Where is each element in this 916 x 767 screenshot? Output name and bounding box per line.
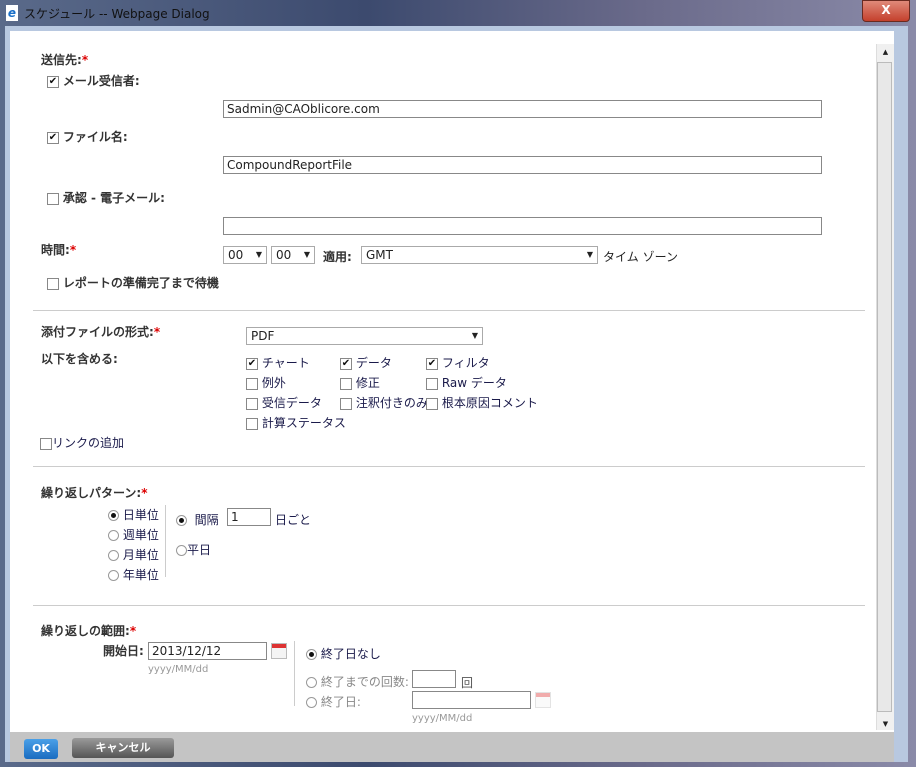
calendar-icon[interactable] xyxy=(535,692,551,708)
divider xyxy=(33,466,865,467)
recurrence-type-label: 日単位 xyxy=(122,508,159,522)
start-date-hint: yyyy/MM/dd xyxy=(148,664,209,675)
divider xyxy=(33,605,865,606)
no-end-date-radio[interactable]: 終了日なし xyxy=(306,645,381,662)
close-button[interactable]: X xyxy=(862,0,910,22)
include-option-checkbox[interactable]: 根本原因コメント xyxy=(426,394,538,411)
ok-button[interactable]: OK xyxy=(24,739,58,759)
start-date-input[interactable]: 2013/12/12 xyxy=(148,642,267,660)
weekday-radio[interactable]: 平日 xyxy=(176,541,211,558)
hour-select[interactable]: 00 xyxy=(223,246,267,264)
end-date-input[interactable] xyxy=(412,691,531,709)
format-label: 添付ファイルの形式:* xyxy=(41,325,161,339)
include-option-checkbox[interactable]: 受信データ xyxy=(246,394,322,411)
include-option-label: フィルタ xyxy=(441,356,490,370)
divider xyxy=(294,641,295,706)
recurrence-type-label: 週単位 xyxy=(122,528,159,542)
timezone-suffix: タイム ゾーン xyxy=(603,250,678,264)
recurrence-type-label: 年単位 xyxy=(122,568,159,582)
timezone-select[interactable]: GMT xyxy=(361,246,598,264)
range-label: 繰り返しの範囲:* xyxy=(41,624,137,638)
filename-input[interactable]: CompoundReportFile xyxy=(223,156,822,174)
apply-label: 適用: xyxy=(323,250,352,264)
include-option-label: 計算ステータス xyxy=(261,416,346,430)
include-option-label: データ xyxy=(355,356,392,370)
recurrence-type-radio[interactable]: 年単位 xyxy=(108,566,159,583)
include-option-label: チャート xyxy=(261,356,310,370)
mail-recipients-checkbox[interactable]: メール受信者: xyxy=(47,72,140,89)
interval-input[interactable]: 1 xyxy=(227,508,271,526)
interval-suffix: 日ごと xyxy=(275,513,312,527)
approval-email-input[interactable] xyxy=(223,217,822,235)
cancel-button[interactable]: キャンセル xyxy=(72,738,174,758)
title-bar: e スケジュール -- Webpage Dialog X xyxy=(0,0,916,28)
end-date-hint: yyyy/MM/dd xyxy=(412,713,473,724)
wait-report-checkbox[interactable]: レポートの準備完了まで待機 xyxy=(47,274,219,291)
recipients-label: 送信先:* xyxy=(41,53,89,67)
approval-email-checkbox[interactable]: 承認 - 電子メール: xyxy=(47,189,165,206)
filename-checkbox[interactable]: ファイル名: xyxy=(47,128,128,145)
include-option-label: 受信データ xyxy=(261,396,322,410)
mail-recipients-input[interactable]: Sadmin@CAOblicore.com xyxy=(223,100,822,118)
end-after-count-radio[interactable]: 終了までの回数: xyxy=(306,673,409,690)
recurrence-label: 繰り返しパターン:* xyxy=(41,486,148,500)
count-suffix: 回 xyxy=(461,676,474,690)
divider xyxy=(33,310,865,311)
include-option-label: 注釈付きのみ xyxy=(355,396,428,410)
recurrence-type-label: 月単位 xyxy=(122,548,159,562)
minute-select[interactable]: 00 xyxy=(271,246,315,264)
include-option-checkbox[interactable]: フィルタ xyxy=(426,354,490,371)
interval-radio[interactable]: 間隔 xyxy=(176,511,219,528)
include-option-checkbox[interactable]: 修正 xyxy=(340,374,380,391)
include-option-checkbox[interactable]: 注釈付きのみ xyxy=(340,394,428,411)
add-link-checkbox[interactable]: リンクの追加 xyxy=(40,434,124,451)
divider xyxy=(165,505,166,577)
scrollbar-thumb[interactable] xyxy=(877,62,892,712)
include-label: 以下を含める: xyxy=(41,352,118,366)
include-option-label: Raw データ xyxy=(441,376,507,390)
include-option-checkbox[interactable]: 例外 xyxy=(246,374,286,391)
include-option-label: 根本原因コメント xyxy=(441,396,538,410)
recurrence-type-radio[interactable]: 月単位 xyxy=(108,546,159,563)
start-date-label: 開始日: xyxy=(103,644,144,658)
include-option-checkbox[interactable]: チャート xyxy=(246,354,310,371)
recurrence-type-radio[interactable]: 日単位 xyxy=(108,506,159,523)
calendar-icon[interactable] xyxy=(271,643,287,659)
include-option-label: 例外 xyxy=(261,376,286,390)
include-option-label: 修正 xyxy=(355,376,380,390)
window-title: スケジュール -- Webpage Dialog xyxy=(24,7,210,21)
include-option-checkbox[interactable]: Raw データ xyxy=(426,374,507,391)
recurrence-type-radio[interactable]: 週単位 xyxy=(108,526,159,543)
include-option-checkbox[interactable]: データ xyxy=(340,354,392,371)
count-input[interactable] xyxy=(412,670,456,688)
end-date-radio[interactable]: 終了日: xyxy=(306,693,361,710)
format-select[interactable]: PDF xyxy=(246,327,483,345)
ie-icon: e xyxy=(6,5,18,21)
time-label: 時間:* xyxy=(41,243,77,257)
include-option-checkbox[interactable]: 計算ステータス xyxy=(246,414,346,431)
